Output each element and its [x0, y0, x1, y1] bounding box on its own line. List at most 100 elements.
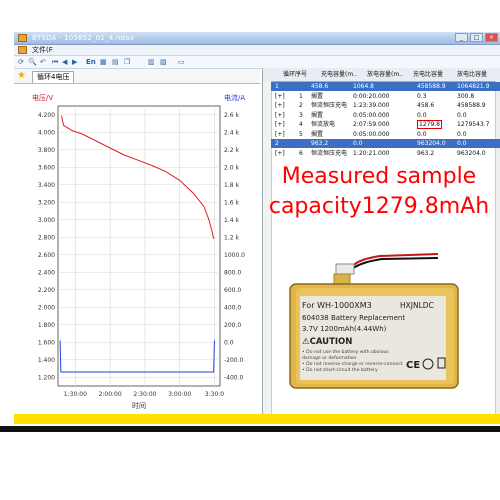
layout-icon[interactable]: ▦ — [100, 58, 107, 66]
undo-icon[interactable]: ↶ — [40, 58, 46, 66]
tab-cycle-voltage[interactable]: 循环4电压 — [32, 71, 75, 83]
next-icon[interactable]: ▶ — [72, 58, 77, 66]
table-cell: 5 — [299, 130, 303, 138]
y-left-tick-label: 1.800 — [38, 322, 55, 329]
table-cell: 0:05:00.000 — [353, 111, 390, 119]
battery-photo: For WH-1000XM3 HXJNLDC 604038 Battery Re… — [289, 253, 459, 389]
table-cell: 恒流恒压充电 — [311, 149, 348, 157]
header-discharge-specific[interactable]: 放电比容量 — [457, 70, 487, 79]
y-left-tick-label: 2.000 — [38, 304, 55, 311]
menu-bar: 文件(F — [14, 45, 500, 56]
table-cell: 1 — [299, 92, 303, 100]
header-discharge-capacity[interactable]: 放电容量(m.. — [367, 70, 403, 79]
y-left-tick-label: 2.800 — [38, 234, 55, 241]
table-cell: 458588.9 — [457, 102, 486, 109]
y-right-tick-label: 2.6 k — [224, 112, 239, 119]
voltage-chart: 4.200 4.000 3.800 3.600 3.400 3.200 3.000 2.800… — [32, 93, 245, 410]
battery-spec: 3.7V 1200mAh(4.44Wh) — [302, 325, 387, 333]
battery-warning-2: damage or deformation — [302, 355, 357, 361]
table-row[interactable]: [+] 4 恒流放电 2:07:59.000 1279.8 1279543.7 — [271, 120, 500, 129]
table-cell: 2 — [299, 102, 303, 109]
plot-area — [57, 105, 221, 387]
measured-capacity-annotation: Measured sample capacity1279.8mAh — [258, 162, 500, 222]
table-cell: 0.0 — [353, 140, 363, 147]
table-row[interactable]: [+] 1 搁置 0:00:20.000 0.3 300.8 — [271, 92, 500, 101]
chart-panel: 4.200 4.000 3.800 3.600 3.400 3.200 3.000 2.800… — [14, 84, 260, 414]
minimize-button[interactable]: _ — [455, 33, 468, 42]
table-cell: 恒流恒压充电 — [311, 102, 348, 109]
header-charge-specific[interactable]: 充电比容量 — [413, 70, 443, 79]
table-cell: 0.3 — [417, 92, 427, 100]
y-right-tick-label: 800.0 — [224, 269, 241, 276]
table-cell: 300.8 — [457, 92, 475, 100]
maximize-button[interactable]: □ — [470, 33, 483, 42]
table-row[interactable]: 2 963.2 0.0 963204.0 0.0 — [271, 139, 500, 148]
table-cell: 0.0 — [417, 130, 427, 138]
y-left-tick-label: 3.600 — [38, 164, 55, 171]
header-cycle[interactable]: 循环序号 — [283, 70, 307, 79]
close-button[interactable]: × — [485, 33, 498, 42]
x-tick-label: 2:00:00 — [99, 391, 122, 398]
table-cell: [+] — [275, 149, 285, 157]
table-cell: 搁置 — [311, 92, 324, 100]
battery-warning-4: • Do not short-circuit the battery — [302, 367, 378, 373]
table-row[interactable]: [+] 3 搁置 0:05:00.000 0.0 0.0 — [271, 111, 500, 120]
y-left-tick-label: 3.000 — [38, 217, 55, 224]
table-cell: 0.0 — [457, 130, 467, 138]
table-row[interactable]: [+] 5 搁置 0:05:00.000 0.0 0.0 — [271, 130, 500, 139]
battery-warning-1: • Do not use the battery with obvious — [302, 349, 389, 355]
table-cell: 0:00:20.000 — [353, 92, 390, 100]
y-right-tick-label: 1.2 k — [224, 234, 239, 241]
annotation-line-1: Measured sample — [281, 164, 477, 189]
star-icon[interactable]: ★ — [17, 70, 26, 82]
language-button[interactable]: En — [86, 58, 96, 66]
chart-icon[interactable]: ▧ — [160, 58, 167, 66]
y-right-tick-label: 1.6 k — [224, 199, 239, 206]
window-title: BTSDA - 105852_01_4.ndax — [32, 34, 134, 42]
table-row[interactable]: 1 458.6 1064.8 458588.9 1064821.9 — [271, 82, 500, 91]
table-icon[interactable]: ▥ — [148, 58, 155, 66]
x-tick-label: 3:30:0 — [205, 391, 224, 398]
table-header: 循环序号 充电容量(m.. 放电容量(m.. 充电比容量 放电比容量 — [263, 68, 500, 82]
table-cell: 963.2 — [311, 140, 329, 147]
y-right-tick-label: -400.0 — [224, 374, 244, 381]
table-cell: 4 — [299, 121, 303, 128]
y-right-axis-label: 电流/A — [224, 93, 245, 102]
table-cell: 963.2 — [417, 149, 435, 157]
y-left-tick-label: 4.200 — [38, 112, 55, 119]
y-right-tick-label: 2.2 k — [224, 147, 239, 154]
x-tick-label: 1:30:00 — [64, 391, 87, 398]
y-right-tick-label: 1.8 k — [224, 182, 239, 189]
settings-icon[interactable]: ▭ — [178, 58, 185, 66]
search-icon[interactable]: 🔍 — [28, 58, 37, 66]
battery-model: For WH-1000XM3 — [302, 301, 372, 310]
first-icon[interactable]: ⏮ — [52, 58, 58, 66]
y-right-tick-label: 2.0 k — [224, 164, 239, 171]
app-icon — [18, 34, 27, 42]
table-cell: 458.6 — [311, 83, 329, 90]
table-row[interactable]: [+] 6 恒流恒压充电 1:20:21.000 963.2 963204.0 — [271, 149, 500, 158]
table-row[interactable]: [+] 2 恒流恒压充电 1:23:39.000 458.6 458588.9 — [271, 101, 500, 110]
y-left-tick-label: 1.600 — [38, 339, 55, 346]
y-right-tick-label: -200.0 — [224, 357, 244, 364]
y-left-tick-label: 1.400 — [38, 357, 55, 364]
table-cell: [+] — [275, 102, 285, 109]
prev-icon[interactable]: ◀ — [62, 58, 67, 66]
y-left-tick-label: 3.400 — [38, 182, 55, 189]
table-cell: 1279.8 — [417, 120, 442, 129]
refresh-icon[interactable]: ⟳ — [18, 58, 24, 66]
table-cell: 458588.9 — [417, 83, 446, 90]
y-left-tick-label: 4.000 — [38, 129, 55, 136]
table-cell: 0.0 — [417, 111, 427, 119]
table-cell: 1064.8 — [353, 83, 374, 90]
y-right-tick-label: 2.4 k — [224, 129, 239, 136]
header-charge-capacity[interactable]: 充电容量(m.. — [321, 70, 357, 79]
table-cell: 1279543.7 — [457, 121, 490, 128]
menu-file[interactable]: 文件(F — [32, 45, 53, 55]
y-right-tick-label: 200.0 — [224, 322, 241, 329]
copy-icon[interactable]: ❐ — [124, 58, 130, 66]
table-cell: 6 — [299, 149, 303, 157]
grid-icon[interactable]: ▤ — [112, 58, 119, 66]
table-cell: 458.6 — [417, 102, 435, 109]
ce-mark: CE — [406, 360, 420, 371]
